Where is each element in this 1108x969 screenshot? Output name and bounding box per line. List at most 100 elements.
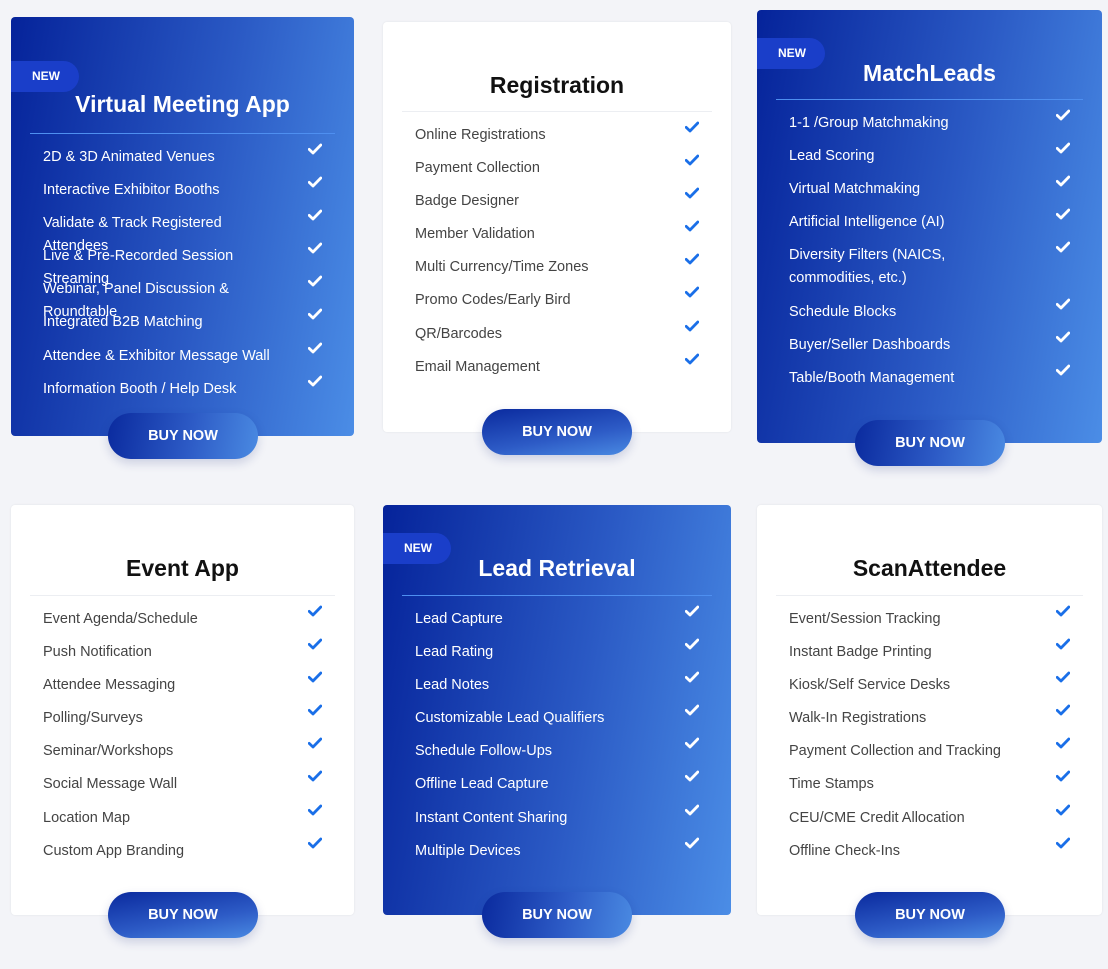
- check-icon: [308, 837, 324, 853]
- check-icon: [685, 638, 701, 654]
- check-icon: [308, 737, 324, 753]
- feature-item: Interactive Exhibitor Booths: [43, 176, 324, 212]
- buy-now-button-scanattendee[interactable]: BUY NOW: [855, 892, 1005, 938]
- feature-label: Lead Capture: [415, 611, 503, 627]
- pricing-card-virtual-meeting-app: NEW Virtual Meeting App 2D & 3D Animated V…: [11, 17, 354, 436]
- feature-label: 1-1 /Group Matchmaking: [789, 115, 949, 131]
- feature-label: Interactive Exhibitor Booths: [43, 182, 220, 199]
- check-icon: [1056, 175, 1072, 191]
- feature-label: Diversity Filters (NAICS, commodities, e…: [789, 247, 946, 287]
- feature-item: Walk-In Registrations: [789, 704, 1072, 740]
- feature-label: QR/Barcodes: [415, 325, 503, 342]
- feature-item: Attendee Messaging: [43, 671, 324, 707]
- feature-item: QR/Barcodes: [415, 320, 701, 356]
- check-icon: [685, 286, 701, 302]
- check-icon: [308, 704, 324, 720]
- check-icon: [308, 804, 324, 820]
- pricing-card-matchleads: NEW MatchLeads 1-1 /Group Matchmaking Lead …: [757, 10, 1102, 443]
- feature-item: 2D & 3D Animated Venues: [43, 143, 324, 179]
- check-icon: [1056, 331, 1072, 347]
- feature-list: 2D & 3D Animated Venues Interactive Exhib…: [43, 143, 324, 411]
- feature-item: Social Message Wall: [43, 770, 324, 806]
- check-icon: [1056, 109, 1072, 125]
- feature-item: Lead Notes: [415, 671, 701, 707]
- feature-label: Schedule Follow-Ups: [415, 743, 553, 760]
- check-icon: [685, 704, 701, 720]
- feature-item: CEU/CME Credit Allocation: [789, 804, 1072, 840]
- feature-label: Event Agenda/Schedule: [43, 611, 198, 627]
- check-icon: [1056, 208, 1072, 224]
- buy-now-button-virtual-meeting-app[interactable]: BUY NOW: [108, 413, 258, 459]
- feature-item: Location Map: [43, 804, 324, 840]
- check-icon: [308, 176, 324, 192]
- check-icon: [308, 375, 324, 391]
- card-divider: [30, 595, 335, 596]
- buy-now-button-matchleads[interactable]: BUY NOW: [855, 420, 1005, 466]
- check-icon: [1056, 364, 1072, 380]
- feature-label: Walk-In Registrations: [789, 710, 927, 727]
- feature-label: Buyer/Seller Dashboards: [789, 336, 951, 353]
- feature-item: Table/Booth Management: [789, 364, 1072, 400]
- feature-label: Offline Lead Capture: [415, 776, 549, 793]
- check-icon: [308, 770, 324, 786]
- check-icon: [685, 253, 701, 269]
- feature-item: Webinar, Panel Discussion & Roundtable: [43, 275, 324, 320]
- check-icon: [1056, 671, 1072, 687]
- feature-label: Location Map: [43, 809, 131, 826]
- feature-label: Multi Currency/Time Zones: [415, 259, 589, 276]
- feature-item: Information Booth / Help Desk: [43, 375, 324, 411]
- feature-label: Lead Rating: [415, 644, 494, 661]
- feature-item: Kiosk/Self Service Desks: [789, 671, 1072, 707]
- feature-item: Customizable Lead Qualifiers: [415, 704, 701, 740]
- feature-item: Integrated B2B Matching: [43, 308, 324, 344]
- feature-item: Lead Rating: [415, 638, 701, 674]
- feature-item: Member Validation: [415, 220, 701, 256]
- feature-label: Polling/Surveys: [43, 710, 143, 727]
- feature-item: Event/Session Tracking: [789, 605, 1072, 641]
- feature-label: Push Notification: [43, 644, 152, 661]
- feature-label: Artificial Intelligence (AI): [789, 214, 945, 231]
- feature-label: Badge Designer: [415, 193, 519, 210]
- feature-label: Payment Collection and Tracking: [789, 743, 1001, 760]
- check-icon: [685, 121, 701, 137]
- card-title: Lead Retrieval: [478, 555, 636, 581]
- buy-now-button-event-app[interactable]: BUY NOW: [108, 892, 258, 938]
- feature-item: Seminar/Workshops: [43, 737, 324, 773]
- check-icon: [685, 837, 701, 853]
- check-icon: [308, 242, 324, 258]
- buy-now-button-lead-retrieval[interactable]: BUY NOW: [482, 892, 632, 938]
- feature-item: Promo Codes/Early Bird: [415, 286, 701, 322]
- feature-label: Promo Codes/Early Bird: [415, 292, 571, 309]
- check-icon: [685, 187, 701, 203]
- check-icon: [308, 638, 324, 654]
- feature-label: Social Message Wall: [43, 776, 178, 793]
- card-divider: [30, 133, 335, 134]
- feature-label: Attendee Messaging: [43, 677, 176, 694]
- card-divider: [402, 595, 712, 596]
- feature-item: Offline Lead Capture: [415, 771, 701, 806]
- card-title: MatchLeads: [863, 60, 996, 86]
- feature-label: Event/Session Tracking: [789, 611, 941, 627]
- feature-item: Multi Currency/Time Zones: [415, 253, 701, 289]
- check-icon: [1056, 737, 1072, 753]
- check-icon: [685, 220, 701, 236]
- check-icon: [308, 308, 324, 324]
- feature-label: Integrated B2B Matching: [43, 314, 203, 331]
- buy-now-button-registration[interactable]: BUY NOW: [482, 409, 632, 455]
- feature-item: Email Management: [415, 353, 701, 389]
- feature-label: Information Booth / Help Desk: [43, 380, 237, 397]
- feature-item: Lead Capture: [415, 605, 701, 641]
- pricing-card-event-app: Event App Event Agenda/Schedule Push Notif…: [11, 505, 354, 915]
- feature-label: Email Management: [415, 358, 540, 375]
- feature-item: Custom App Branding: [43, 837, 324, 873]
- feature-label: Instant Badge Printing: [789, 644, 932, 661]
- feature-label: Schedule Blocks: [789, 303, 897, 320]
- feature-item: Schedule Follow-Ups: [415, 737, 701, 773]
- check-icon: [1056, 605, 1072, 621]
- feature-label: Lead Notes: [415, 677, 490, 694]
- feature-label: Offline Check-Ins: [789, 842, 900, 859]
- feature-item: Attendee & Exhibitor Message Wall: [43, 342, 324, 378]
- pricing-card-scanattendee: ScanAttendee Event/Session Tracking Instan…: [757, 505, 1102, 915]
- feature-item: Payment Collection: [415, 154, 701, 190]
- check-icon: [308, 209, 324, 225]
